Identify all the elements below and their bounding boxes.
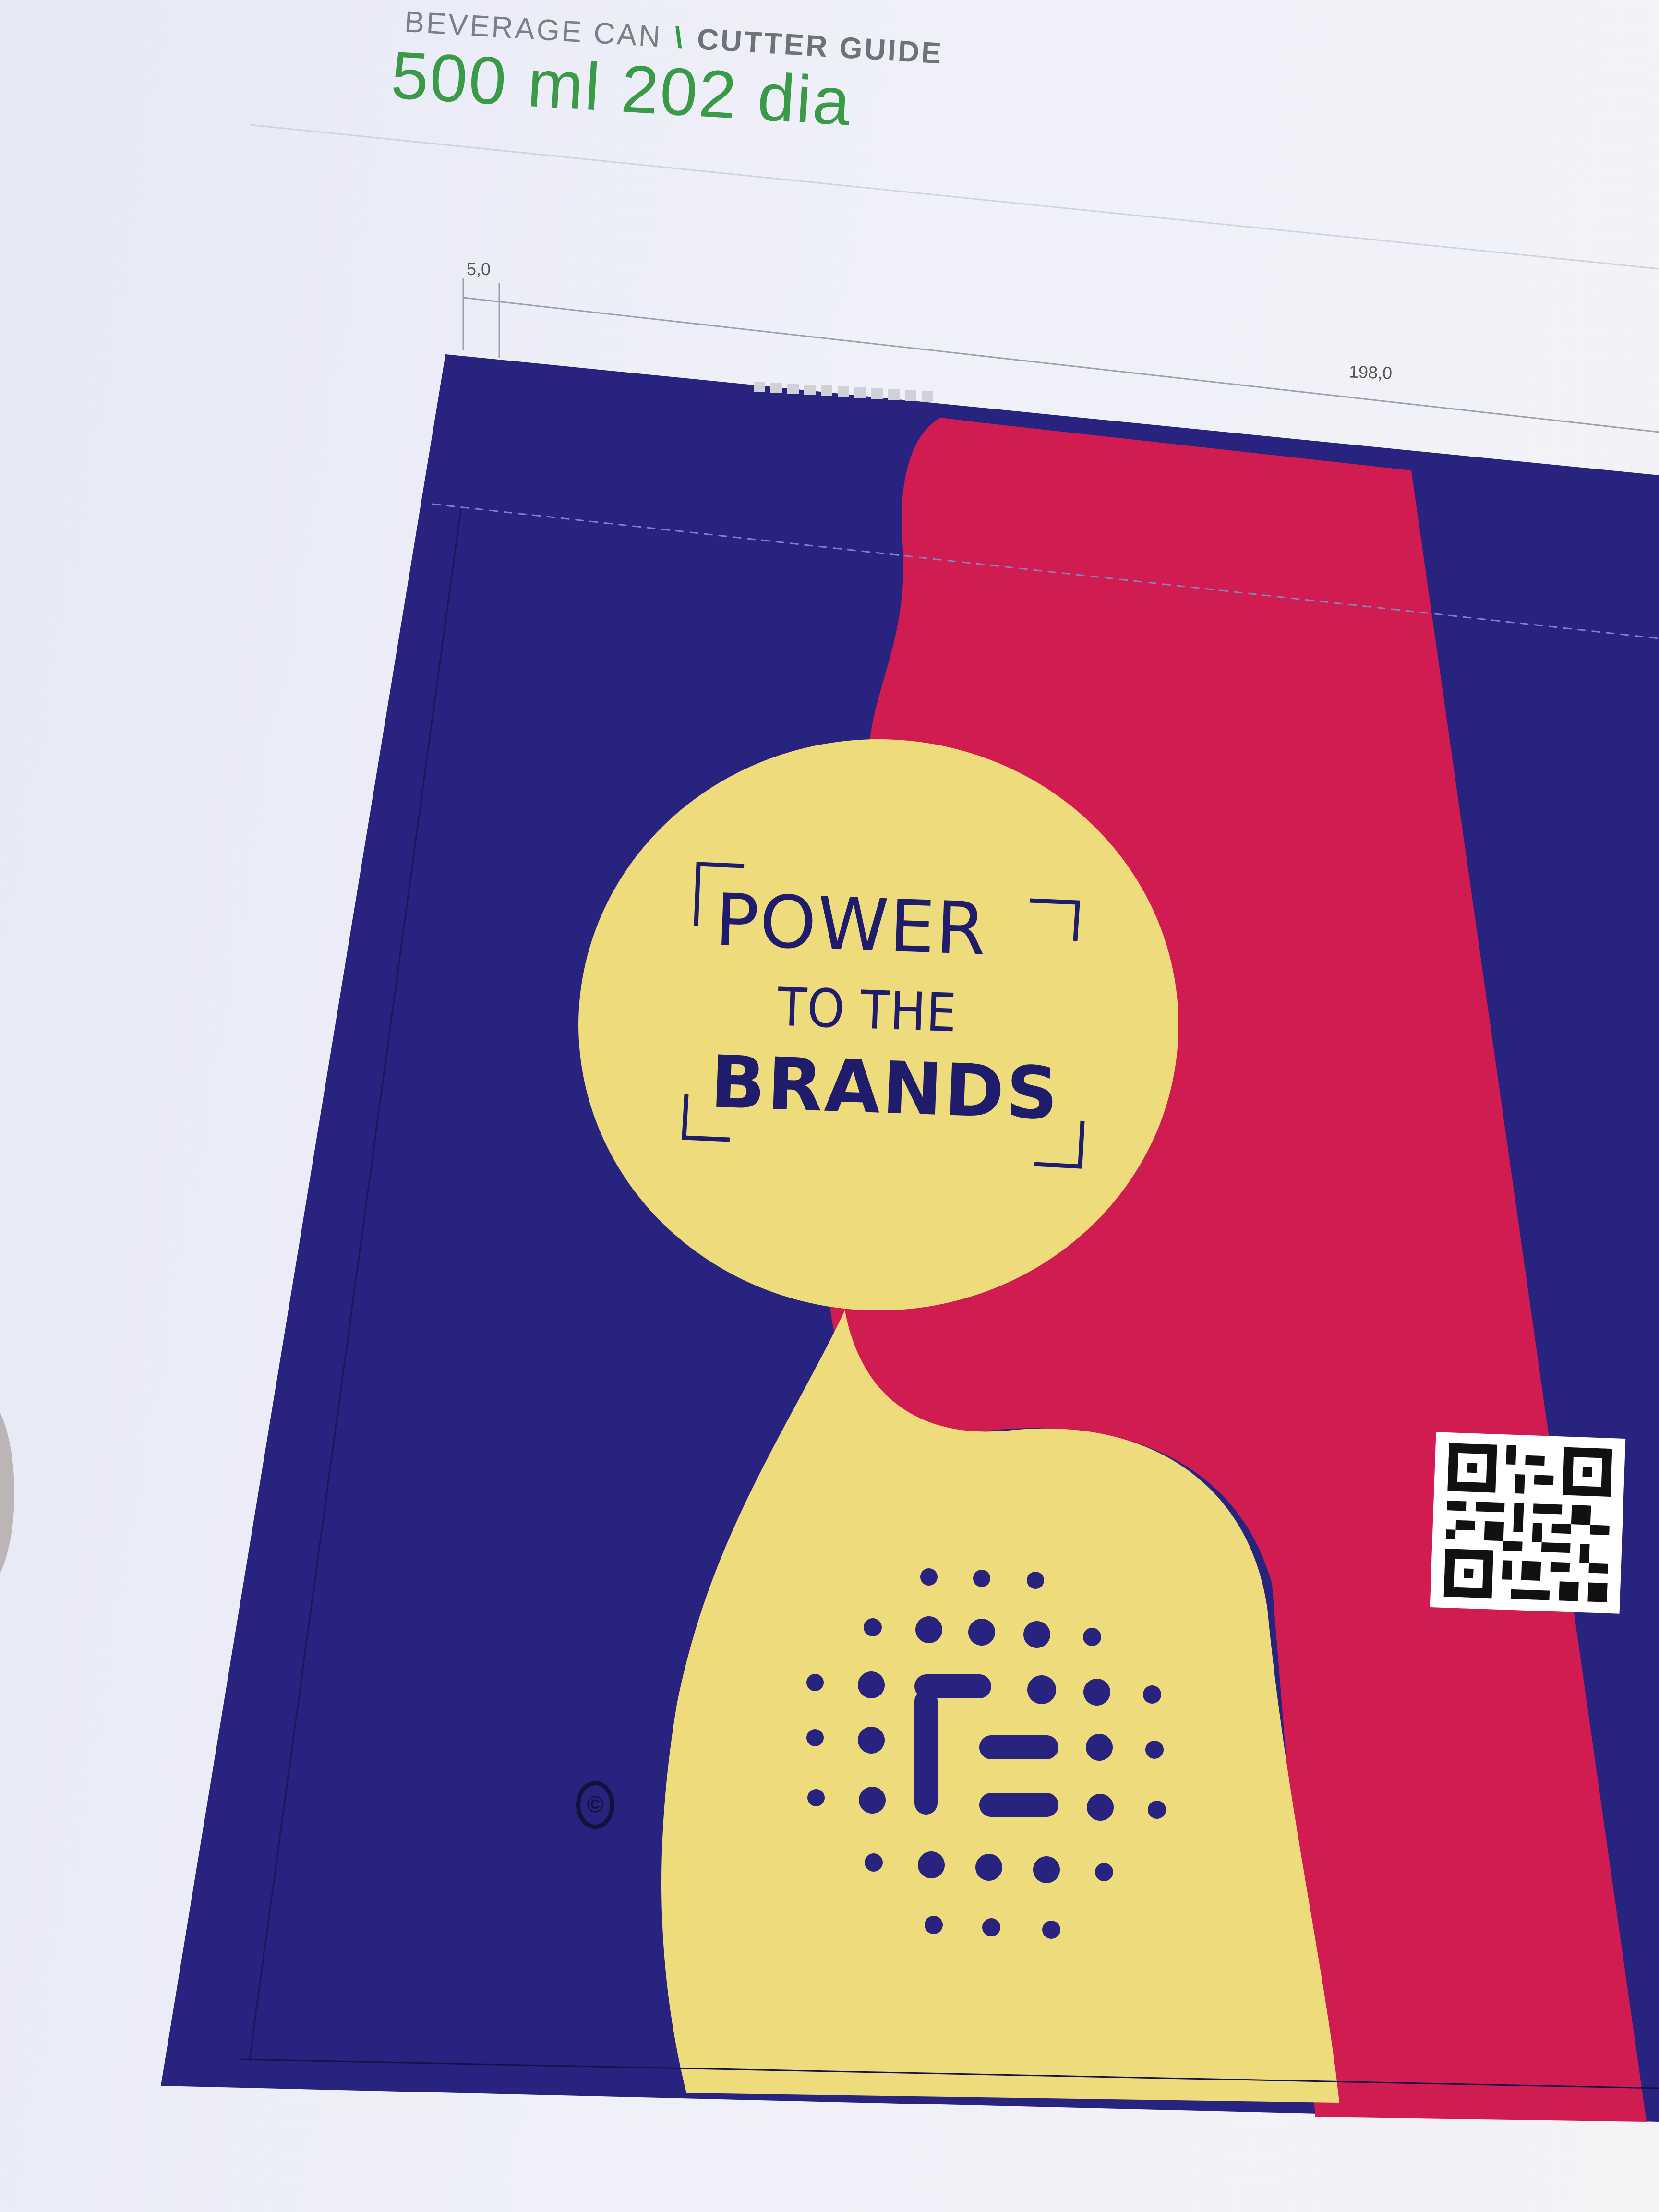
headline-to-the: TO THE	[776, 976, 958, 1044]
headline-power: POWER	[714, 878, 988, 972]
registered-mark-icon: ©	[576, 1781, 614, 1829]
headline-brands: BRANDS	[709, 1040, 1061, 1136]
qr-code-icon	[1430, 1432, 1626, 1614]
